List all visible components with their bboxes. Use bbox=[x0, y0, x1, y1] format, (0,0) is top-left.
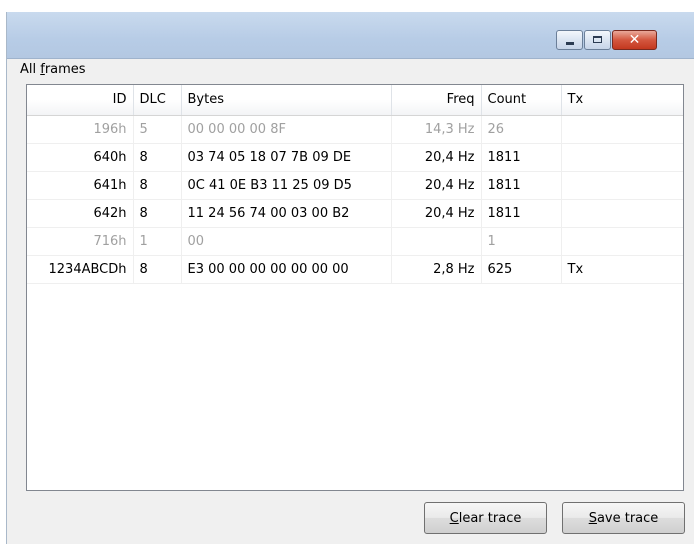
save-label: ave trace bbox=[596, 510, 659, 526]
cell-count: 1811 bbox=[481, 143, 562, 172]
table-row[interactable]: 1234ABCDh 8 E3 00 00 00 00 00 00 00 2,8 Hz 6… bbox=[27, 255, 683, 284]
cell-dlc: 1 bbox=[133, 227, 182, 256]
cell-bytes: 11 24 56 74 00 03 00 B2 bbox=[181, 199, 392, 228]
cell-tx bbox=[561, 115, 683, 144]
cell-dlc: 8 bbox=[133, 171, 182, 200]
cell-id: 641h bbox=[27, 171, 134, 200]
minimize-icon bbox=[566, 42, 574, 45]
table-row[interactable]: 716h 1 00 1 bbox=[27, 227, 683, 256]
cell-dlc: 8 bbox=[133, 199, 182, 228]
table-row[interactable]: 642h 8 11 24 56 74 00 03 00 B2 20,4 Hz 1811 bbox=[27, 199, 683, 228]
cell-id: 716h bbox=[27, 227, 134, 256]
column-header-count[interactable]: Count bbox=[481, 85, 562, 116]
close-icon: ✕ bbox=[628, 32, 641, 48]
column-header-bytes[interactable]: Bytes bbox=[181, 85, 392, 116]
maximize-icon bbox=[593, 36, 602, 43]
cell-id: 1234ABCDh bbox=[27, 255, 134, 284]
cell-count: 1811 bbox=[481, 171, 562, 200]
cell-bytes: E3 00 00 00 00 00 00 00 bbox=[181, 255, 392, 284]
clear-label: lear trace bbox=[458, 510, 522, 526]
cell-tx: Tx bbox=[561, 255, 683, 284]
label-prefix: All bbox=[20, 62, 41, 77]
cell-bytes: 00 bbox=[181, 227, 392, 256]
cell-count: 625 bbox=[481, 255, 562, 284]
cell-freq: 20,4 Hz bbox=[391, 199, 482, 228]
cell-bytes: 03 74 05 18 07 7B 09 DE bbox=[181, 143, 392, 172]
minimize-button[interactable] bbox=[556, 30, 583, 50]
table-row[interactable]: 640h 8 03 74 05 18 07 7B 09 DE 20,4 Hz 1811 bbox=[27, 143, 683, 172]
cell-tx bbox=[561, 227, 683, 256]
maximize-button[interactable] bbox=[584, 30, 611, 50]
cell-tx bbox=[561, 199, 683, 228]
clear-accelerator: C bbox=[449, 510, 459, 526]
column-header-id[interactable]: ID bbox=[27, 85, 134, 116]
clear-trace-button[interactable]: Clear trace bbox=[424, 502, 547, 534]
cell-freq: 14,3 Hz bbox=[391, 115, 482, 144]
cell-freq: 20,4 Hz bbox=[391, 143, 482, 172]
label-rest: rames bbox=[44, 62, 86, 77]
cell-count: 26 bbox=[481, 115, 562, 144]
cell-tx bbox=[561, 143, 683, 172]
table-row[interactable]: 641h 8 0C 41 0E B3 11 25 09 D5 20,4 Hz 1811 bbox=[27, 171, 683, 200]
cell-count: 1 bbox=[481, 227, 562, 256]
cell-freq: 20,4 Hz bbox=[391, 171, 482, 200]
save-trace-button[interactable]: Save trace bbox=[562, 502, 685, 534]
frames-table: ID DLC Bytes Freq Count Tx 196h 5 00 00 00… bbox=[27, 85, 683, 284]
column-header-freq[interactable]: Freq bbox=[391, 85, 482, 116]
close-button[interactable]: ✕ bbox=[612, 30, 657, 50]
cell-freq: 2,8 Hz bbox=[391, 255, 482, 284]
cell-id: 640h bbox=[27, 143, 134, 172]
cell-id: 196h bbox=[27, 115, 134, 144]
cell-bytes: 00 00 00 00 8F bbox=[181, 115, 392, 144]
column-header-dlc[interactable]: DLC bbox=[133, 85, 182, 116]
column-header-tx[interactable]: Tx bbox=[561, 85, 683, 116]
title-bar[interactable]: ✕ bbox=[7, 12, 694, 58]
cell-dlc: 8 bbox=[133, 255, 182, 284]
frames-list[interactable]: ID DLC Bytes Freq Count Tx 196h 5 00 00 00… bbox=[26, 84, 684, 491]
cell-tx bbox=[561, 171, 683, 200]
cell-freq bbox=[391, 227, 482, 256]
cell-id: 642h bbox=[27, 199, 134, 228]
cell-bytes: 0C 41 0E B3 11 25 09 D5 bbox=[181, 171, 392, 200]
all-frames-label: All frames bbox=[20, 62, 86, 77]
cell-dlc: 5 bbox=[133, 115, 182, 144]
table-header-row: ID DLC Bytes Freq Count Tx bbox=[27, 85, 683, 116]
table-row[interactable]: 196h 5 00 00 00 00 8F 14,3 Hz 26 bbox=[27, 115, 683, 144]
save-accelerator: S bbox=[588, 510, 597, 526]
cell-count: 1811 bbox=[481, 199, 562, 228]
cell-dlc: 8 bbox=[133, 143, 182, 172]
